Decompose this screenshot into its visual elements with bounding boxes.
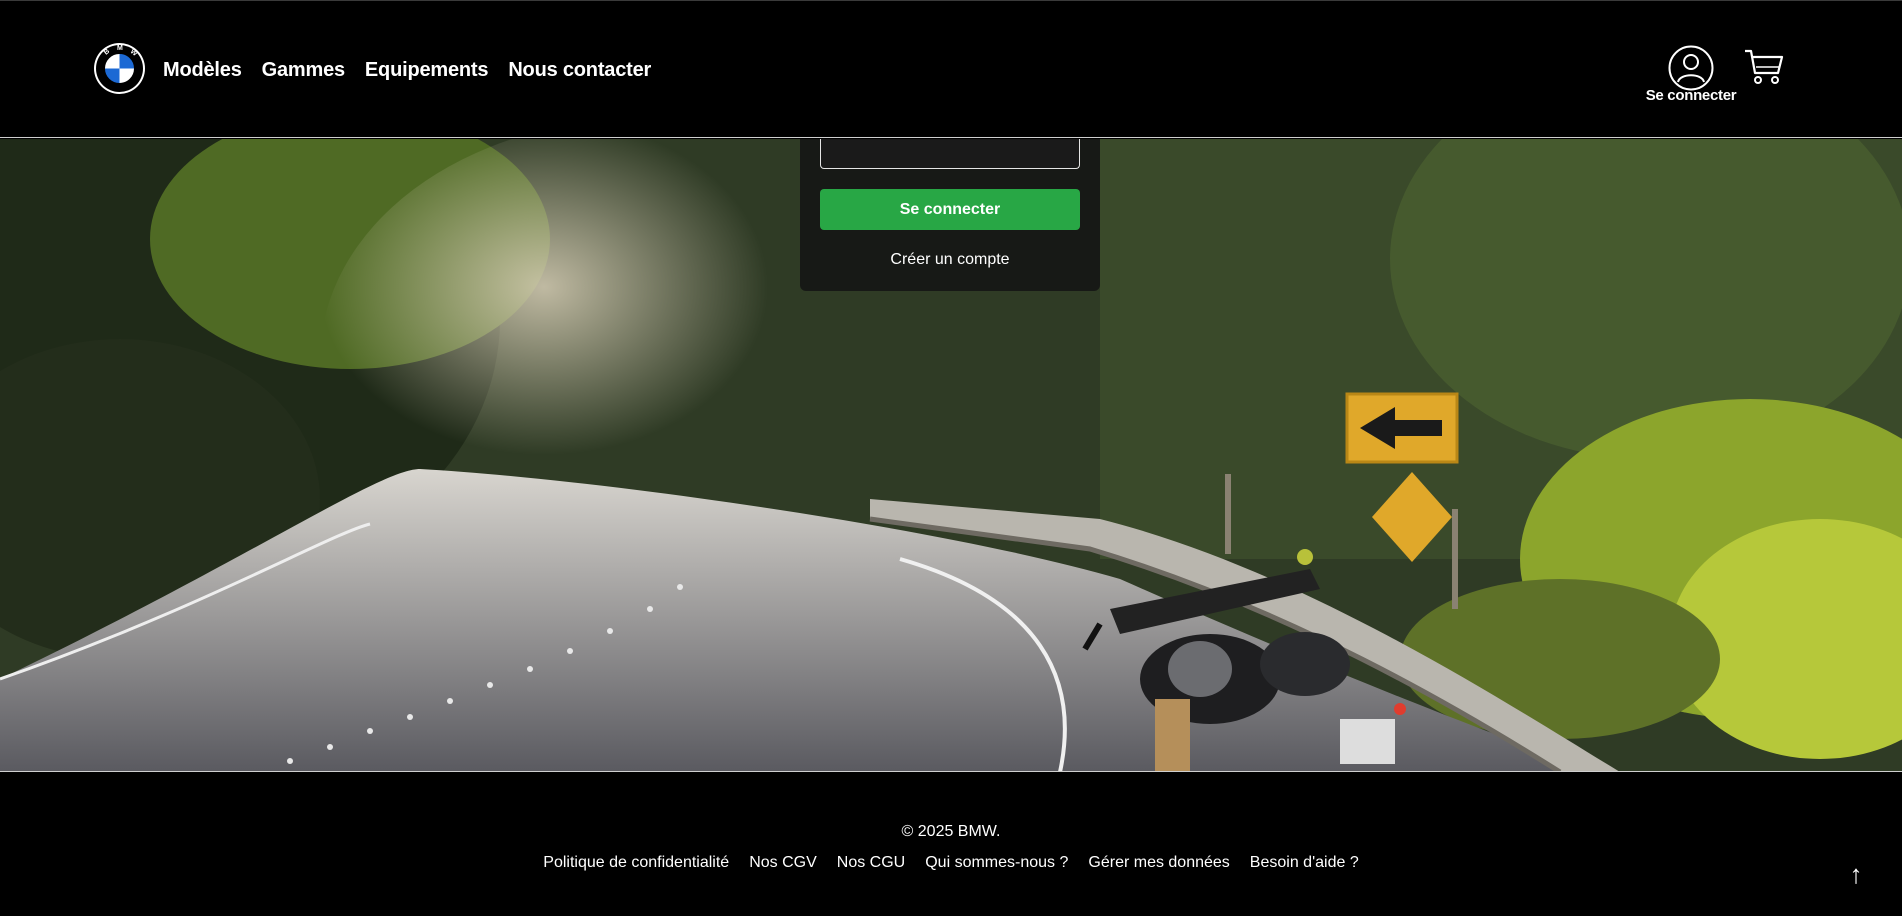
logo-letter-m: M bbox=[117, 45, 123, 52]
nav-item-equipements[interactable]: Equipements bbox=[365, 59, 489, 82]
footer-links: Politique de confidentialité Nos CGV Nos… bbox=[0, 854, 1902, 872]
footer-link-about[interactable]: Qui sommes-nous ? bbox=[925, 854, 1068, 872]
site-footer: © 2025 BMW. Politique de confidentialité… bbox=[0, 773, 1902, 916]
footer-link-cgu[interactable]: Nos CGU bbox=[837, 854, 905, 872]
footer-link-help[interactable]: Besoin d'aide ? bbox=[1250, 854, 1359, 872]
main-nav: Modèles Gammes Equipements Nous contacte… bbox=[163, 59, 651, 82]
nav-item-modeles[interactable]: Modèles bbox=[163, 59, 242, 82]
footer-link-cgv[interactable]: Nos CGV bbox=[749, 854, 817, 872]
footer-link-privacy[interactable]: Politique de confidentialité bbox=[543, 854, 729, 872]
footer-link-data[interactable]: Gérer mes données bbox=[1088, 854, 1229, 872]
arrow-up-icon[interactable]: ↑ bbox=[1844, 859, 1868, 889]
login-submit-button[interactable]: Se connecter bbox=[820, 189, 1080, 230]
nav-item-gammes[interactable]: Gammes bbox=[262, 59, 345, 82]
nav-item-contact[interactable]: Nous contacter bbox=[508, 59, 651, 82]
user-icon bbox=[1668, 45, 1714, 91]
copyright-text: © 2025 BMW. bbox=[901, 823, 1001, 840]
account-label: Se connecter bbox=[1645, 87, 1737, 104]
site-header: B M W Modèles Gammes Equipements Nous co… bbox=[0, 0, 1902, 138]
create-account-link[interactable]: Créer un compte bbox=[800, 251, 1100, 269]
account-button[interactable]: Se connecter bbox=[1645, 44, 1737, 104]
cart-icon[interactable] bbox=[1744, 48, 1784, 86]
login-card: Se connecter Créer un compte bbox=[800, 139, 1100, 291]
password-field[interactable] bbox=[820, 139, 1080, 169]
bmw-logo-icon[interactable]: B M W bbox=[93, 42, 146, 95]
